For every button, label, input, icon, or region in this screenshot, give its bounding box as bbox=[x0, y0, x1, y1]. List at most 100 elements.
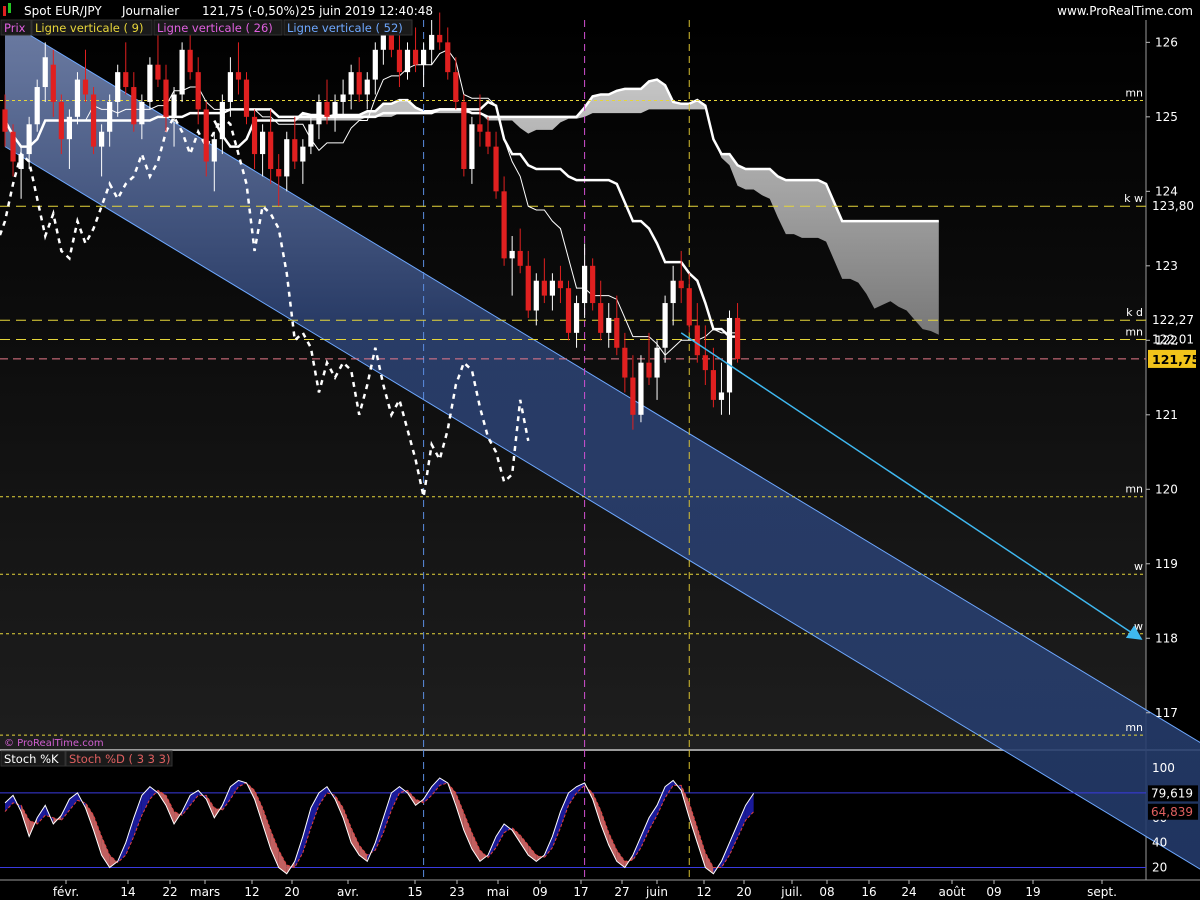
x-tick-label: 20 bbox=[736, 885, 751, 899]
x-tick-label: 16 bbox=[861, 885, 876, 899]
x-tick-label: 24 bbox=[901, 885, 916, 899]
candle-body bbox=[646, 362, 652, 378]
candle-body bbox=[533, 280, 539, 311]
y-tick-label: 126 bbox=[1155, 35, 1178, 49]
candle-body bbox=[726, 317, 733, 393]
candle-body bbox=[284, 139, 290, 177]
candle-body bbox=[372, 49, 378, 80]
candle-body bbox=[421, 49, 427, 65]
stoch-legend-d: Stoch %D ( 3 3 3) bbox=[69, 752, 170, 766]
candle-body bbox=[211, 139, 217, 162]
candle-body bbox=[276, 168, 282, 177]
site-label[interactable]: www.ProRealTime.com bbox=[1057, 4, 1193, 18]
x-tick-label: juin bbox=[645, 885, 668, 899]
candle-body bbox=[388, 34, 394, 50]
candle-body bbox=[469, 124, 475, 169]
candle-body bbox=[58, 101, 64, 140]
candle-body bbox=[260, 131, 266, 155]
stoch-legend-k: Stoch %K bbox=[4, 752, 59, 766]
y-tick-label: 122 bbox=[1155, 333, 1178, 347]
legend-line26: Ligne verticale ( 26) bbox=[157, 21, 273, 35]
stoch-tick-label: 20 bbox=[1152, 861, 1167, 875]
candle-body bbox=[179, 49, 185, 95]
legend-line9: Ligne verticale ( 9) bbox=[35, 21, 143, 35]
candle-body bbox=[324, 101, 330, 117]
candle-body bbox=[219, 101, 225, 140]
candle-body bbox=[155, 64, 161, 80]
candle-body bbox=[340, 94, 346, 102]
candle-body bbox=[453, 72, 459, 102]
candle-body bbox=[501, 191, 507, 259]
current-price-label: 121,75 bbox=[1152, 352, 1200, 367]
x-tick-label: 08 bbox=[819, 885, 834, 899]
level-label: k w bbox=[1124, 192, 1143, 205]
candle-body bbox=[437, 34, 443, 43]
price-change-label: 121,75 (-0,50%) bbox=[202, 4, 300, 18]
y-tick-label: 121 bbox=[1155, 408, 1178, 422]
candle-body bbox=[630, 377, 636, 415]
candle-body bbox=[678, 280, 684, 289]
candle-body bbox=[525, 265, 531, 311]
x-tick-label: 17 bbox=[573, 885, 588, 899]
candle-body bbox=[292, 139, 298, 162]
x-tick-label: avr. bbox=[337, 885, 359, 899]
stoch-k-value: 79,619 bbox=[1151, 786, 1193, 800]
candle-body bbox=[429, 34, 435, 50]
candle-body bbox=[251, 116, 258, 155]
level-label: k d bbox=[1126, 306, 1143, 319]
candle-body bbox=[300, 146, 306, 162]
chart-canvas[interactable]: Spot EUR/JPY Journalier 121,75 (-0,50%) … bbox=[0, 0, 1200, 900]
candle-body bbox=[2, 109, 8, 132]
stoch-tick-label: 40 bbox=[1152, 836, 1167, 850]
candle-body bbox=[268, 131, 274, 169]
candle-body bbox=[565, 288, 572, 333]
candle-body bbox=[686, 288, 692, 326]
y-tick-label: 120 bbox=[1155, 482, 1178, 496]
y-tick-label: 118 bbox=[1155, 631, 1178, 645]
candle-body bbox=[195, 72, 201, 110]
x-tick-label: mars bbox=[190, 885, 220, 899]
x-tick-label: févr. bbox=[53, 885, 79, 899]
candle-body bbox=[412, 49, 419, 65]
candle-body bbox=[139, 101, 145, 125]
candle-body bbox=[694, 325, 700, 356]
candle-body bbox=[445, 42, 451, 73]
candle-body bbox=[316, 101, 322, 125]
x-tick-label: 19 bbox=[1025, 885, 1040, 899]
stoch-d-value: 64,839 bbox=[1151, 805, 1193, 819]
x-tick-label: juil. bbox=[780, 885, 802, 899]
candle-body bbox=[131, 87, 137, 125]
level-label: mn bbox=[1125, 721, 1143, 734]
period-label: Journalier bbox=[121, 4, 179, 18]
level-label: mn bbox=[1125, 326, 1143, 339]
candle-body bbox=[557, 280, 564, 289]
x-tick-label: 14 bbox=[120, 885, 135, 899]
x-tick-label: 22 bbox=[162, 885, 177, 899]
candle-body bbox=[18, 154, 24, 169]
candle-body bbox=[308, 124, 314, 147]
candle-body bbox=[171, 94, 177, 117]
time-axis-labels: févr. 14 22 mars 12 20 avr. 15 23 mai 09 17 27 juin 12… bbox=[53, 880, 1117, 899]
chart-window: Spot EUR/JPY Journalier 121,75 (-0,50%) … bbox=[0, 0, 1200, 900]
x-tick-label: 27 bbox=[614, 885, 629, 899]
candle-body bbox=[42, 57, 48, 88]
x-tick-label: sept. bbox=[1087, 885, 1117, 899]
candle-body bbox=[654, 347, 660, 378]
candle-body bbox=[670, 280, 676, 304]
candle-body bbox=[710, 370, 716, 400]
candle-body bbox=[356, 72, 362, 95]
candle-body bbox=[638, 362, 644, 415]
candle-body bbox=[477, 124, 483, 132]
candle-body bbox=[243, 79, 250, 117]
candle-body bbox=[493, 146, 499, 192]
candle-body bbox=[82, 79, 89, 95]
level-value: 123,80 bbox=[1152, 199, 1194, 213]
candle-body bbox=[74, 79, 81, 117]
candle-body bbox=[26, 124, 32, 155]
candle-body bbox=[34, 87, 40, 125]
candle-body bbox=[115, 72, 121, 102]
x-tick-label: 09 bbox=[532, 885, 547, 899]
candle-body bbox=[662, 303, 668, 348]
y-tick-label: 123 bbox=[1155, 259, 1178, 273]
candle-body bbox=[203, 109, 209, 162]
